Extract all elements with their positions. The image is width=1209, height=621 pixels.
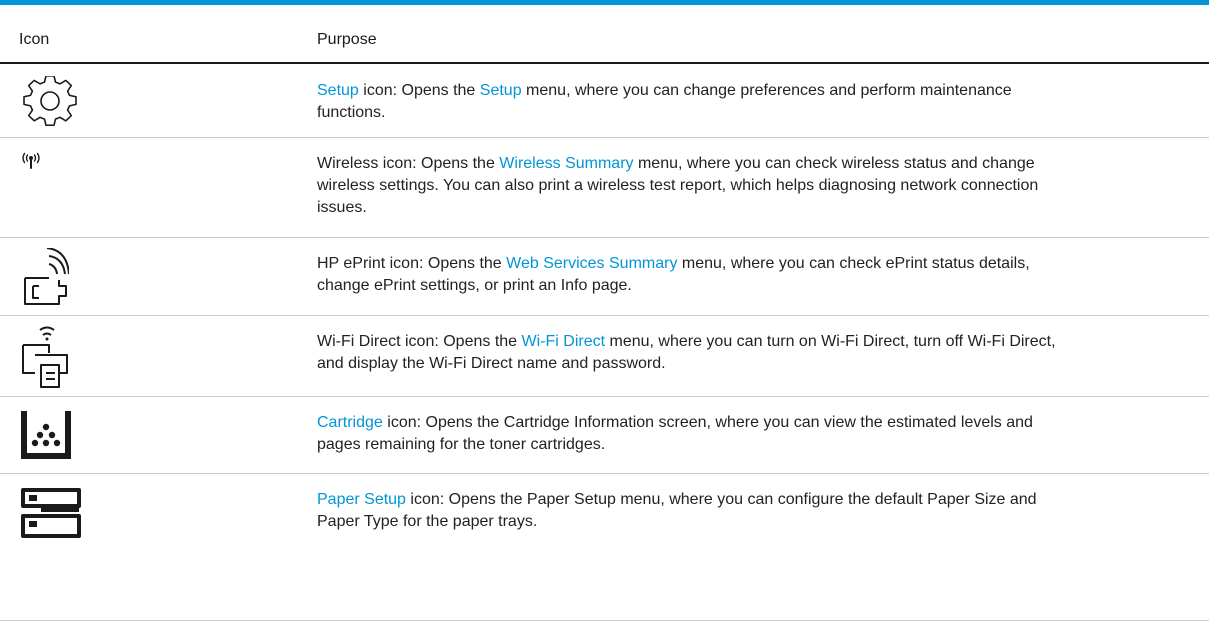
web-services-summary-link[interactable]: Web Services Summary	[506, 255, 677, 272]
row-purpose-setup: Setup icon: Opens the Setup menu, where …	[317, 80, 1057, 124]
table-row-wifi-direct: Wi-Fi Direct icon: Opens the Wi-Fi Direc…	[0, 316, 1209, 397]
row-purpose-wifi-direct: Wi-Fi Direct icon: Opens the Wi-Fi Direc…	[317, 331, 1057, 375]
cartridge-icon	[19, 409, 97, 461]
wifi-direct-icon	[19, 325, 97, 389]
row-purpose-paper-setup: Paper Setup icon: Opens the Paper Setup …	[317, 489, 1057, 533]
table-row-paper-setup: Paper Setup icon: Opens the Paper Setup …	[0, 474, 1209, 621]
table-row-wireless: Wireless icon: Opens the Wireless Summar…	[0, 138, 1209, 238]
row-purpose-wireless: Wireless icon: Opens the Wireless Summar…	[317, 153, 1057, 219]
eprint-icon	[19, 248, 97, 306]
wireless-summary-link[interactable]: Wireless Summary	[499, 155, 633, 172]
purpose-text: icon: Opens the	[358, 82, 480, 99]
header-icon-label: Icon	[19, 31, 50, 48]
paper-setup-icon	[19, 486, 97, 542]
table-row-cartridge: Cartridge icon: Opens the Cartridge Info…	[0, 397, 1209, 474]
row-purpose-cartridge: Cartridge icon: Opens the Cartridge Info…	[317, 412, 1057, 456]
setup-link[interactable]: Setup	[317, 82, 359, 99]
row-purpose-eprint: HP ePrint icon: Opens the Web Services S…	[317, 253, 1057, 297]
wifi-direct-link[interactable]: Wi-Fi Direct	[522, 333, 606, 350]
table-row-eprint: HP ePrint icon: Opens the Web Services S…	[0, 238, 1209, 316]
table-header: Icon Purpose	[0, 5, 1209, 64]
purpose-text: icon: Opens the Paper Setup menu, where …	[317, 491, 1037, 530]
wireless-icon	[19, 152, 97, 170]
paper-setup-link[interactable]: Paper Setup	[317, 491, 406, 508]
setup-menu-link[interactable]: Setup	[480, 82, 522, 99]
header-purpose-label: Purpose	[317, 31, 377, 48]
table-row-setup: Setup icon: Opens the Setup menu, where …	[0, 64, 1209, 138]
purpose-text: Wi-Fi Direct icon: Opens the	[317, 333, 522, 350]
purpose-text: HP ePrint icon: Opens the	[317, 255, 507, 272]
purpose-text: icon: Opens the Cartridge Information sc…	[317, 414, 1033, 453]
gear-icon	[19, 76, 97, 128]
purpose-text: Wireless icon: Opens the	[317, 155, 500, 172]
cartridge-link[interactable]: Cartridge	[317, 414, 383, 431]
